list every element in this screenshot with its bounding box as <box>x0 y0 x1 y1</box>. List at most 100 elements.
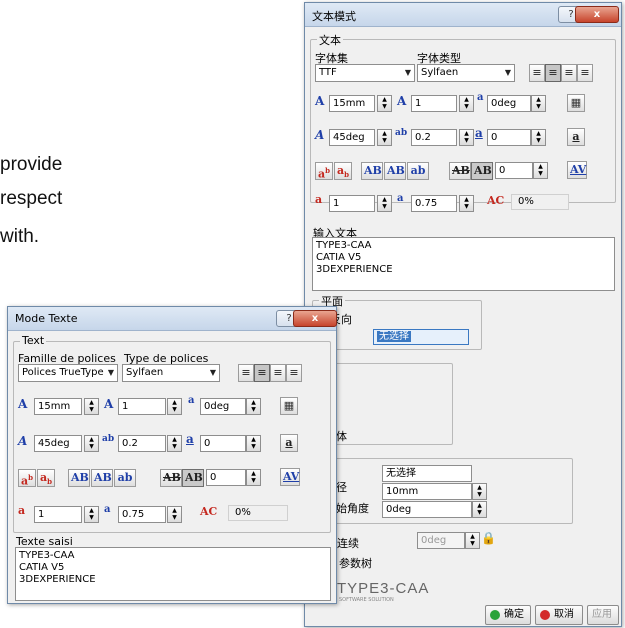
text-height-field[interactable]: 15mm <box>329 95 375 112</box>
align-left-button[interactable]: ≡ <box>238 364 254 382</box>
underline-button[interactable]: a <box>280 434 298 452</box>
align-center-button[interactable]: ≡ <box>545 64 561 82</box>
offset-field[interactable]: 0 <box>200 435 246 452</box>
align-justify-button[interactable]: ≡ <box>286 364 302 382</box>
ac-icon[interactable]: AC <box>200 505 217 518</box>
slant-spinner[interactable]: ▲ ▼ <box>84 435 99 452</box>
rotation-angle-field[interactable]: 0deg <box>200 398 246 415</box>
lock-icon[interactable]: 🔒 <box>481 531 496 545</box>
small-caps-button[interactable]: AB <box>384 162 406 180</box>
curve-selection-field[interactable]: 无选择 <box>382 465 472 482</box>
chevron-down-icon: ▼ <box>209 368 216 377</box>
input-text-area[interactable]: TYPE3-CAA CATIA V5 3DEXPERIENCE <box>15 547 331 601</box>
kerning-spinner[interactable]: ▲ ▼ <box>246 469 261 486</box>
line-spacing-field[interactable]: 1 <box>34 506 82 523</box>
curve-group: 无选择 径 10mm ▲ ▼ 始角度 0deg ▲ ▼ <box>333 458 573 524</box>
text-height-field[interactable]: 15mm <box>34 398 82 415</box>
close-button[interactable]: x <box>293 310 337 327</box>
strike-button[interactable]: AB <box>160 469 182 487</box>
calculator-button[interactable]: ▦ <box>280 397 298 415</box>
width-ratio-icon: A <box>397 94 407 108</box>
char-spacing-field[interactable]: 0.2 <box>118 435 166 452</box>
font-type-value: Sylfaen <box>126 367 164 378</box>
dialog-title: 文本模式 <box>312 10 356 23</box>
align-right-button[interactable]: ≡ <box>561 64 577 82</box>
char-spacing-spinner[interactable]: ▲ ▼ <box>167 435 182 452</box>
rotation-angle-spinner[interactable]: ▲ ▼ <box>531 95 546 112</box>
align-center-button[interactable]: ≡ <box>254 364 270 382</box>
input-text-area[interactable]: TYPE3-CAA CATIA V5 3DEXPERIENCE <box>312 237 615 291</box>
continuous-spinner[interactable]: ▲ ▼ <box>465 532 480 549</box>
kerning-field[interactable]: 0 <box>495 162 533 179</box>
char-spacing-field[interactable]: 0.2 <box>411 129 457 146</box>
align-left-button[interactable]: ≡ <box>529 64 545 82</box>
text-height-spinner[interactable]: ▲ ▼ <box>377 95 392 112</box>
rotation-angle-field[interactable]: 0deg <box>487 95 531 112</box>
line-ratio-spinner[interactable]: ▲ ▼ <box>459 195 474 212</box>
font-set-combo[interactable]: TTF ▼ <box>315 64 415 82</box>
radius-field[interactable]: 10mm <box>382 483 472 500</box>
subscript-button[interactable]: ab <box>334 162 352 180</box>
av-kerning-button[interactable]: AV <box>567 161 587 179</box>
calculator-button[interactable]: ▦ <box>567 94 585 112</box>
offset-field[interactable]: 0 <box>487 129 531 146</box>
line-ratio-spinner[interactable]: ▲ ▼ <box>167 506 182 523</box>
kerning-spinner[interactable]: ▲ ▼ <box>533 162 548 179</box>
width-ratio-spinner[interactable]: ▲ ▼ <box>459 95 474 112</box>
lowercase-button[interactable]: ab <box>407 162 429 180</box>
title-bar[interactable]: 文本模式 ? x <box>305 3 621 27</box>
line-spacing-spinner[interactable]: ▲ ▼ <box>84 506 99 523</box>
underline-button[interactable]: a <box>567 128 585 146</box>
overline-button[interactable]: AB <box>471 162 493 180</box>
line-spacing-field[interactable]: 1 <box>329 195 375 212</box>
caps-button[interactable]: AB <box>361 162 383 180</box>
av-kerning-button[interactable]: AV <box>280 468 300 486</box>
offset-spinner[interactable]: ▲ ▼ <box>246 435 261 452</box>
radius-spinner[interactable]: ▲ ▼ <box>472 483 487 500</box>
rotation-angle-icon: a <box>477 92 484 103</box>
slant-spinner[interactable]: ▲ ▼ <box>377 129 392 146</box>
width-ratio-field[interactable]: 1 <box>411 95 457 112</box>
text-line: 3DEXPERIENCE <box>316 264 393 275</box>
font-type-combo[interactable]: Sylfaen ▼ <box>122 364 220 382</box>
align-justify-button[interactable]: ≡ <box>577 64 593 82</box>
subscript-button[interactable]: ab <box>37 469 55 487</box>
close-button[interactable]: x <box>575 6 619 23</box>
char-spacing-spinner[interactable]: ▲ ▼ <box>459 129 474 146</box>
type3-logo: TYPE3-CAA <box>337 580 430 597</box>
offset-spinner[interactable]: ▲ ▼ <box>531 129 546 146</box>
align-right-button[interactable]: ≡ <box>270 364 286 382</box>
lowercase-button[interactable]: ab <box>114 469 136 487</box>
superscript-button[interactable]: ab <box>18 469 36 488</box>
ok-button[interactable]: 确定 <box>485 605 531 625</box>
strike-button[interactable]: AB <box>449 162 471 180</box>
title-bar[interactable]: Mode Texte ? x <box>8 307 337 331</box>
cancel-button[interactable]: 取消 <box>535 605 583 625</box>
plane-selection-field[interactable]: 无选择 <box>373 329 469 345</box>
line-ratio-icon: a <box>104 504 111 515</box>
slant-field[interactable]: 45deg <box>34 435 82 452</box>
background-line-3: with. <box>0 226 40 247</box>
continuous-field[interactable]: 0deg <box>417 532 465 549</box>
apply-label: 应用 <box>592 609 612 620</box>
caps-button[interactable]: AB <box>68 469 90 487</box>
apply-button[interactable]: 应用 <box>587 605 619 625</box>
font-family-combo[interactable]: Polices TrueType ▼ <box>18 364 118 382</box>
line-ratio-field[interactable]: 0.75 <box>411 195 457 212</box>
slant-field[interactable]: 45deg <box>329 129 375 146</box>
ac-icon[interactable]: AC <box>487 194 504 207</box>
start-angle-field[interactable]: 0deg <box>382 501 472 518</box>
width-ratio-spinner[interactable]: ▲ ▼ <box>167 398 182 415</box>
overline-button[interactable]: AB <box>182 469 204 487</box>
line-ratio-field[interactable]: 0.75 <box>118 506 166 523</box>
width-ratio-field[interactable]: 1 <box>118 398 166 415</box>
font-type-combo[interactable]: Sylfaen ▼ <box>417 64 515 82</box>
line-spacing-spinner[interactable]: ▲ ▼ <box>377 195 392 212</box>
start-angle-spinner[interactable]: ▲ ▼ <box>472 501 487 518</box>
text-height-spinner[interactable]: ▲ ▼ <box>84 398 99 415</box>
type3-logo-subtitle: SOFTWARE SOLUTION <box>339 597 394 603</box>
small-caps-button[interactable]: AB <box>91 469 113 487</box>
rotation-angle-spinner[interactable]: ▲ ▼ <box>246 398 261 415</box>
superscript-button[interactable]: ab <box>315 162 333 181</box>
kerning-field[interactable]: 0 <box>206 469 246 486</box>
